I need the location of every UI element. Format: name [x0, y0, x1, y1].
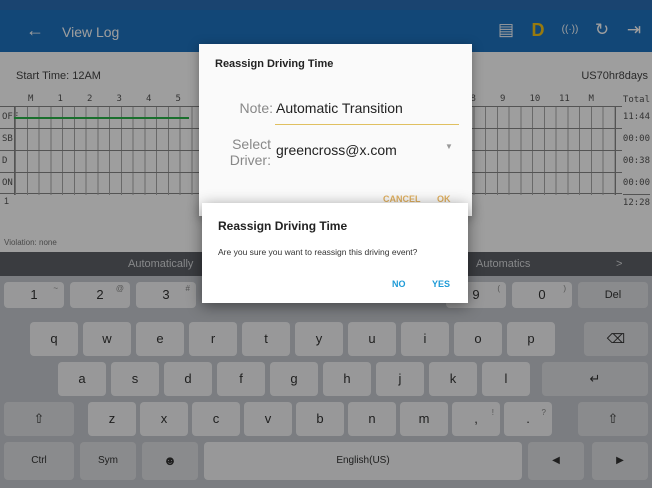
- confirm-message: Are you sure you want to reassign this d…: [218, 247, 418, 257]
- confirm-dialog: Reassign Driving Time Are you sure you w…: [202, 203, 468, 303]
- driver-select[interactable]: greencross@x.com: [276, 142, 397, 158]
- reassign-dialog: Reassign Driving Time Note: Automatic Tr…: [199, 44, 472, 216]
- chevron-down-icon[interactable]: ▼: [445, 142, 453, 151]
- no-button[interactable]: NO: [392, 279, 406, 289]
- note-input[interactable]: Automatic Transition: [276, 100, 403, 116]
- confirm-title: Reassign Driving Time: [218, 219, 348, 233]
- yes-button[interactable]: YES: [432, 279, 450, 289]
- note-label: Note:: [239, 100, 273, 116]
- note-underline: [275, 124, 459, 125]
- dialog-title: Reassign Driving Time: [215, 58, 334, 70]
- driver-label: Select Driver:: [229, 136, 271, 168]
